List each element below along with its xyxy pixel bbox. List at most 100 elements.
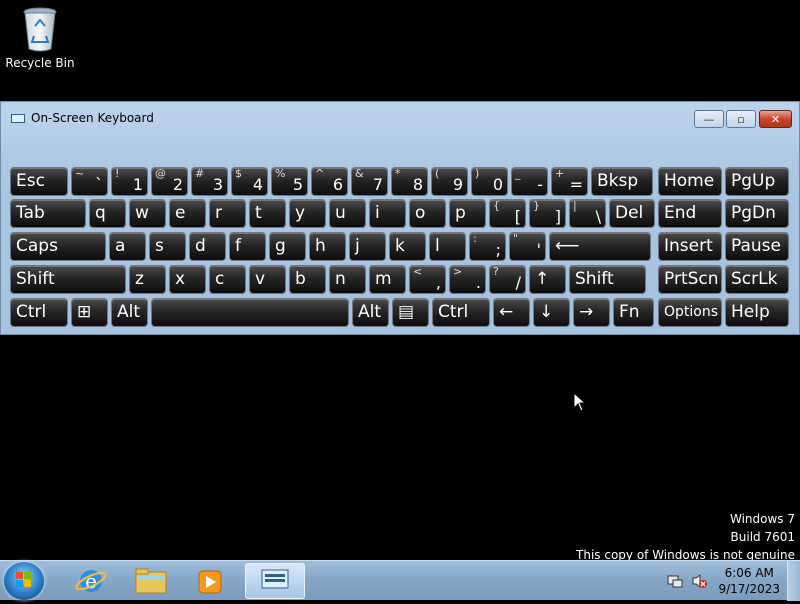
key-6[interactable]: ^ 6 [311,167,348,196]
key-b[interactable]: b [289,265,326,294]
key-lshift[interactable]: Shift [10,265,126,294]
key-0[interactable]: ) 0 [471,167,508,196]
key-5[interactable]: % 5 [271,167,308,196]
key-lalt[interactable]: Alt [111,298,148,327]
key-i[interactable]: i [369,199,406,228]
key-label: Ctrl [16,302,47,322]
key-fn[interactable]: Fn [613,298,654,327]
key-comma[interactable]: <, [409,265,446,294]
key-rshift[interactable]: Shift [569,265,646,294]
key-r[interactable]: r [209,199,246,228]
key-label: 0 [492,175,503,194]
system-clock[interactable]: 6:06 AM 9/17/2023 [718,565,780,597]
key-lbracket[interactable]: {[ [489,199,526,228]
key-k[interactable]: k [389,232,426,261]
key-z[interactable]: z [129,265,166,294]
key-2[interactable]: @2 [151,167,188,196]
key-rbracket[interactable]: }] [529,199,566,228]
key-prtscn[interactable]: PrtScn [658,265,722,294]
key-insert[interactable]: Insert [658,232,722,261]
taskbar-internet-explorer[interactable]: e [64,563,118,599]
key-equals[interactable]: + = [551,167,588,196]
key-7[interactable]: & 7 [351,167,388,196]
key-1[interactable]: ! 1 [111,167,148,196]
key-s[interactable]: s [149,232,186,261]
key-pause[interactable]: Pause [725,232,789,261]
window-titlebar[interactable]: On-Screen Keyboard — ▫ ✕ [1,102,799,132]
start-button[interactable] [4,562,44,600]
key-y[interactable]: y [289,199,326,228]
key-3[interactable]: #3 [191,167,228,196]
key-q[interactable]: q [89,199,126,228]
key-a[interactable]: a [109,232,146,261]
key-enter[interactable]: ⟵ [549,232,651,261]
key-leftarrow[interactable]: ← [493,298,530,327]
key-m[interactable]: m [369,265,406,294]
key-u[interactable]: u [329,199,366,228]
maximize-button[interactable]: ▫ [726,110,756,128]
key-home[interactable]: Home [658,167,722,196]
key-h[interactable]: h [309,232,346,261]
key-end[interactable]: End [658,199,722,228]
key-f[interactable]: f [229,232,266,261]
key-slash[interactable]: ? / [489,265,526,294]
key-x[interactable]: x [169,265,206,294]
key-9[interactable]: (9 [431,167,468,196]
key-uparrow[interactable]: ↑ [529,265,566,294]
key-period[interactable]: >. [449,265,486,294]
key-help[interactable]: Help [725,298,789,327]
key-pgup[interactable]: PgUp [725,167,789,196]
taskbar-media-player[interactable] [184,563,238,599]
key-w[interactable]: w [129,199,166,228]
key-shift-label: ? [493,265,499,278]
key-e[interactable]: e [169,199,206,228]
key-semicolon[interactable]: :; [469,232,506,261]
key-quote[interactable]: " ' [509,232,546,261]
key-ralt[interactable]: Alt [352,298,389,327]
key-backslash[interactable]: | \ [569,199,606,228]
key-tab[interactable]: Tab [10,199,86,228]
key-rightarrow[interactable]: → [573,298,610,327]
key-n[interactable]: n [329,265,366,294]
key-esc[interactable]: Esc [10,167,68,196]
key-label: Fn [619,302,640,322]
key-minus[interactable]: _ - [511,167,548,196]
key-j[interactable]: j [349,232,386,261]
key-c[interactable]: c [209,265,246,294]
key-t[interactable]: t [249,199,286,228]
taskbar-on-screen-keyboard[interactable] [245,563,305,599]
key-label: ↓ [539,302,554,322]
key-8[interactable]: * 8 [391,167,428,196]
volume-muted-icon[interactable] [691,573,707,589]
key-shift-label: ) [475,167,480,180]
key-menu[interactable]: ▤ [392,298,429,327]
key-caps[interactable]: Caps [10,232,106,261]
key-g[interactable]: g [269,232,306,261]
network-icon[interactable] [667,573,683,589]
key-label: w [135,203,149,223]
key-options[interactable]: Options [658,298,722,327]
watermark-os: Windows 7 [729,512,795,526]
close-button[interactable]: ✕ [759,110,792,128]
key-space[interactable] [151,298,349,327]
key-bksp[interactable]: Bksp [591,167,653,196]
key-4[interactable]: $4 [231,167,268,196]
taskbar-windows-explorer[interactable] [124,563,178,599]
recycle-bin-shortcut[interactable]: Recycle Bin [4,6,76,76]
key-p[interactable]: p [449,199,486,228]
key-lctrl[interactable]: Ctrl [10,298,68,327]
key-v[interactable]: v [249,265,286,294]
show-desktop-button[interactable] [787,561,800,601]
key-o[interactable]: o [409,199,446,228]
key-del[interactable]: Del [609,199,655,228]
key-downarrow[interactable]: ↓ [533,298,570,327]
key-pgdn[interactable]: PgDn [725,199,789,228]
minimize-button[interactable]: — [694,110,724,128]
key-win[interactable]: ⊞ [71,298,108,327]
key-rctrl[interactable]: Ctrl [432,298,490,327]
key-label: 5 [292,175,303,194]
key-scrlk[interactable]: ScrLk [725,265,789,294]
key-l[interactable]: l [429,232,466,261]
key-d[interactable]: d [189,232,226,261]
key-tilde[interactable]: ~ ` [71,167,108,196]
